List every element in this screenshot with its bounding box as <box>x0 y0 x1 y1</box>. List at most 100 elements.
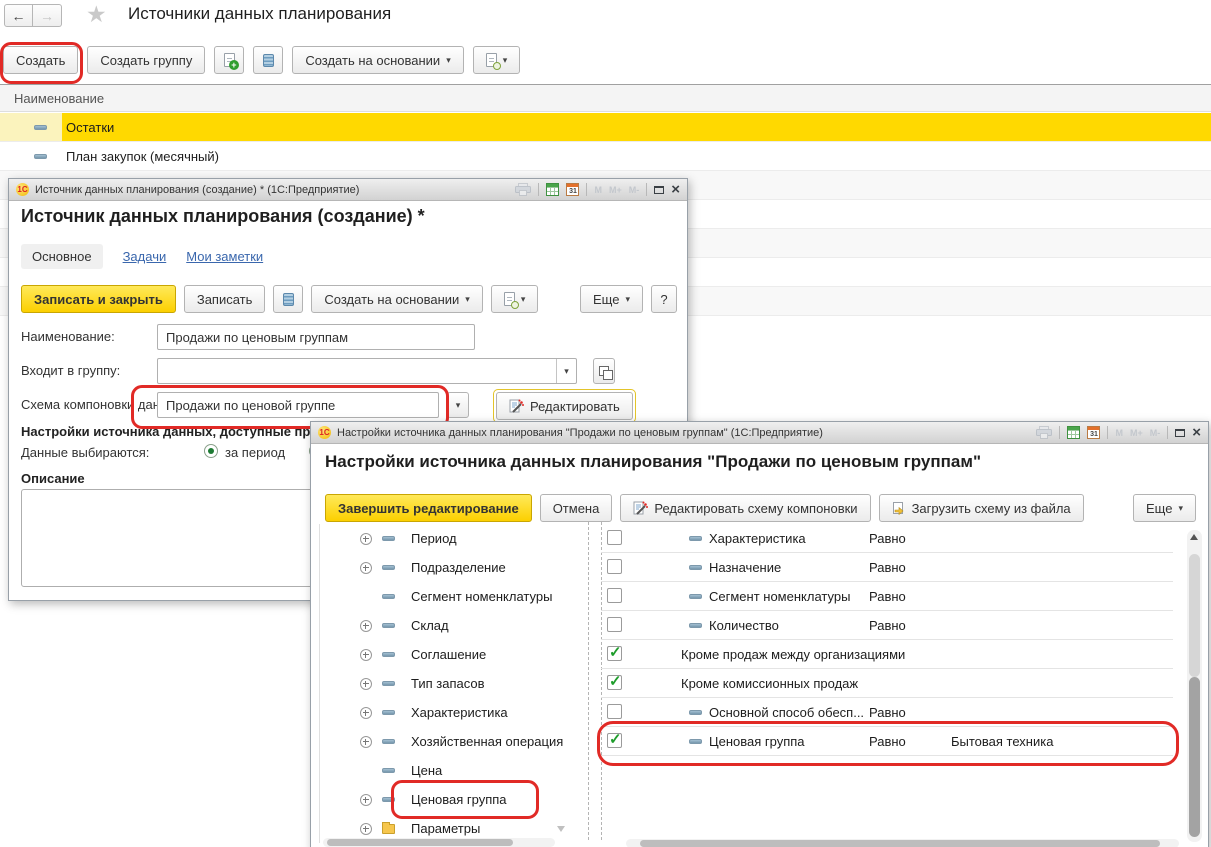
calculator-icon[interactable] <box>1067 426 1080 439</box>
checkbox[interactable] <box>607 530 622 545</box>
favorite-star-icon[interactable]: ★ <box>86 1 107 28</box>
scroll-up-icon[interactable] <box>1190 534 1198 540</box>
memory-m-icon[interactable]: M <box>594 185 602 195</box>
condition-row[interactable]: Сегмент номенклатурыРавно <box>601 582 1173 611</box>
dialog1-title: Источник данных планирования (создание) … <box>21 206 425 227</box>
maximize-icon[interactable] <box>654 186 664 194</box>
more-button[interactable]: Еще▾ <box>1133 494 1196 522</box>
create-based-on-button[interactable]: Создать на основании▾ <box>292 46 463 74</box>
conditions-horizontal-scrollbar[interactable] <box>626 839 1179 847</box>
scheduled-docs-button[interactable]: ▾ <box>473 46 521 74</box>
condition-row[interactable]: Основной способ обесп...Равно <box>601 698 1173 727</box>
radio-for-period-label[interactable]: за период <box>225 445 285 460</box>
conditions-vertical-scrollbar[interactable] <box>1187 530 1202 842</box>
tree-item[interactable]: Подразделение <box>320 553 564 582</box>
tab-my-notes[interactable]: Мои заметки <box>186 244 263 269</box>
condition-row[interactable]: Кроме продаж между организациями <box>601 640 1173 669</box>
tree-scroll-down-icon[interactable] <box>557 826 565 832</box>
edit-schema-button[interactable]: Редактировать схему компоновки <box>620 494 870 522</box>
tree-item[interactable]: Склад <box>320 611 564 640</box>
dropdown-arrow-icon: ▾ <box>503 56 508 65</box>
condition-row[interactable]: НазначениеРавно <box>601 553 1173 582</box>
calendar-icon[interactable]: 31 <box>1087 426 1100 439</box>
tree-item[interactable]: Сегмент номенклатуры <box>320 582 564 611</box>
expand-icon[interactable] <box>360 562 372 574</box>
name-field[interactable]: Продажи по ценовым группам <box>157 324 475 350</box>
tree-item[interactable]: Период <box>320 524 564 553</box>
list-item[interactable]: Остатки <box>0 113 1211 142</box>
forward-button[interactable]: → <box>33 4 62 27</box>
memory-m-icon[interactable]: M <box>1115 428 1123 438</box>
scrollbar-thumb[interactable] <box>1189 677 1200 837</box>
calculator-icon[interactable] <box>546 183 559 196</box>
list-view-button[interactable] <box>273 285 303 313</box>
dialog2-titlebar[interactable]: 1С Настройки источника данных планирован… <box>311 422 1208 444</box>
radio-for-period[interactable] <box>204 444 218 458</box>
back-button[interactable]: ← <box>4 4 33 27</box>
help-button[interactable]: ? <box>651 285 677 313</box>
memory-m-minus-icon[interactable]: M- <box>629 185 640 195</box>
tab-tasks[interactable]: Задачи <box>123 244 167 269</box>
cancel-button[interactable]: Отмена <box>540 494 613 522</box>
finish-editing-button[interactable]: Завершить редактирование <box>325 494 532 522</box>
close-icon[interactable]: × <box>1192 425 1201 440</box>
expand-icon[interactable] <box>360 794 372 806</box>
memory-m-plus-icon[interactable]: M+ <box>609 185 622 195</box>
panel-splitter[interactable] <box>588 522 602 840</box>
list-item[interactable]: План закупок (месячный) <box>0 142 1211 171</box>
expand-icon[interactable] <box>360 649 372 661</box>
checkbox[interactable] <box>607 733 622 748</box>
expand-icon[interactable] <box>360 736 372 748</box>
tree-item[interactable]: Тип запасов <box>320 669 564 698</box>
checkbox[interactable] <box>607 588 622 603</box>
condition-row[interactable]: Кроме комиссионных продаж <box>601 669 1173 698</box>
group-choose-button[interactable] <box>593 358 615 384</box>
save-and-close-button[interactable]: Записать и закрыть <box>21 285 176 313</box>
memory-m-plus-icon[interactable]: M+ <box>1130 428 1143 438</box>
copy-item-button[interactable] <box>214 46 244 74</box>
checkbox[interactable] <box>607 617 622 632</box>
load-schema-button[interactable]: Загрузить схему из файла <box>879 494 1084 522</box>
tree-horizontal-scrollbar[interactable] <box>323 838 555 847</box>
condition-row[interactable]: КоличествоРавно <box>601 611 1173 640</box>
tree-item-label: Ценовая группа <box>411 792 507 807</box>
dialog1-titlebar[interactable]: 1С Источник данных планирования (создани… <box>9 179 687 201</box>
expand-icon[interactable] <box>360 707 372 719</box>
condition-row[interactable]: Ценовая группаРавноБытовая техника <box>601 727 1173 756</box>
tree-item[interactable]: Ценовая группа <box>320 785 564 814</box>
edit-button[interactable]: Редактировать <box>496 392 633 420</box>
dcs-field[interactable]: Продажи по ценовой группе <box>157 392 439 418</box>
memory-m-minus-icon[interactable]: M- <box>1150 428 1161 438</box>
printer-icon[interactable] <box>515 183 531 196</box>
calendar-icon[interactable]: 31 <box>566 183 579 196</box>
more-button[interactable]: Еще▾ <box>580 285 643 313</box>
list-header[interactable]: Наименование <box>0 84 1211 112</box>
tree-item[interactable]: Цена <box>320 756 564 785</box>
expand-icon[interactable] <box>360 533 372 545</box>
list-view-button[interactable] <box>253 46 283 74</box>
checkbox[interactable] <box>607 675 622 690</box>
checkbox[interactable] <box>607 646 622 661</box>
create-button[interactable]: Создать <box>3 46 78 74</box>
save-button[interactable]: Записать <box>184 285 266 313</box>
dash-icon <box>382 797 395 802</box>
tab-main[interactable]: Основное <box>21 244 103 269</box>
maximize-icon[interactable] <box>1175 429 1185 437</box>
condition-row[interactable]: ХарактеристикаРавно <box>601 524 1173 553</box>
group-dropdown-button[interactable]: ▾ <box>556 359 576 383</box>
create-group-button[interactable]: Создать группу <box>87 46 205 74</box>
tree-item[interactable]: Соглашение <box>320 640 564 669</box>
tree-item[interactable]: Хозяйственная операция <box>320 727 564 756</box>
dcs-dropdown-button[interactable]: ▾ <box>447 392 469 418</box>
checkbox[interactable] <box>607 559 622 574</box>
expand-icon[interactable] <box>360 823 372 835</box>
create-based-on-button[interactable]: Создать на основании▾ <box>311 285 482 313</box>
expand-icon[interactable] <box>360 620 372 632</box>
expand-icon[interactable] <box>360 678 372 690</box>
scheduled-docs-button[interactable]: ▾ <box>491 285 539 313</box>
printer-icon[interactable] <box>1036 426 1052 439</box>
checkbox[interactable] <box>607 704 622 719</box>
close-icon[interactable]: × <box>671 182 680 197</box>
tree-item[interactable]: Характеристика <box>320 698 564 727</box>
group-field[interactable]: ▾ <box>157 358 577 384</box>
